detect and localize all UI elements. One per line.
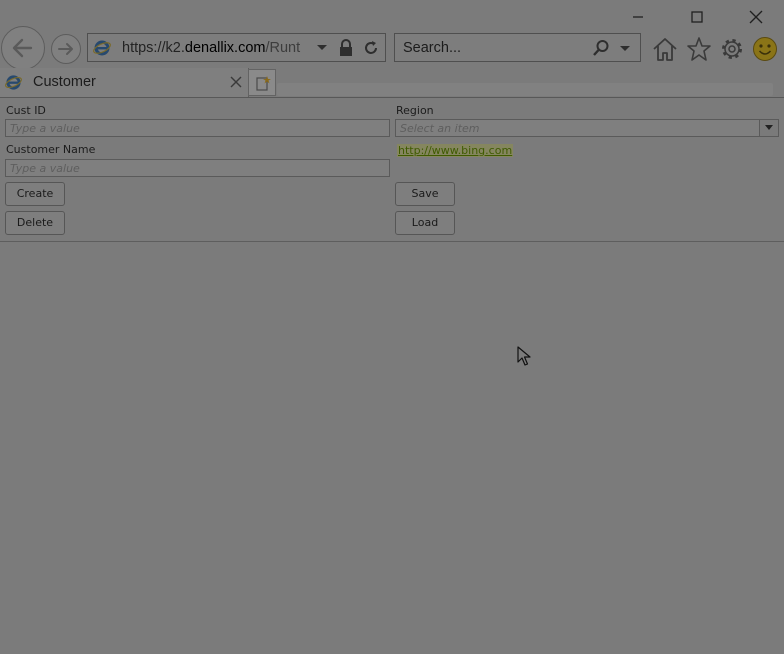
new-tab-icon <box>256 76 271 91</box>
toolbar-divider <box>0 97 784 98</box>
forward-arrow-icon <box>57 42 73 55</box>
tab-title: Customer <box>33 74 96 90</box>
minimize-icon[interactable] <box>627 6 649 28</box>
forward-button[interactable] <box>51 34 81 64</box>
smiley-feedback-icon[interactable] <box>751 35 779 63</box>
delete-button[interactable]: Delete <box>5 211 65 235</box>
close-icon[interactable] <box>745 6 767 28</box>
cust-id-label: Cust ID <box>6 104 46 117</box>
region-placeholder: Select an item <box>400 122 480 135</box>
address-url[interactable]: https://k2.denallix.com/Runt <box>122 40 310 56</box>
load-button[interactable]: Load <box>395 211 455 235</box>
tab-close-icon[interactable] <box>230 76 242 88</box>
search-icon[interactable] <box>592 39 610 57</box>
search-dropdown-icon[interactable] <box>619 45 631 53</box>
region-dropdown-button[interactable] <box>759 120 778 136</box>
tab-ie-icon <box>5 75 22 90</box>
favorites-star-icon[interactable] <box>685 35 713 63</box>
address-dropdown-icon[interactable] <box>316 44 328 52</box>
tab-customer[interactable]: Customer <box>0 68 249 97</box>
form-bottom-divider <box>0 241 784 242</box>
region-label: Region <box>396 104 434 117</box>
mouse-cursor-icon <box>517 346 531 366</box>
customer-name-input[interactable]: Type a value <box>5 159 390 177</box>
save-button[interactable]: Save <box>395 182 455 206</box>
address-bar[interactable]: https://k2.denallix.com/Runt <box>87 33 386 62</box>
new-tab-button[interactable] <box>248 69 276 96</box>
customer-name-label: Customer Name <box>6 143 96 156</box>
back-arrow-icon <box>12 38 32 57</box>
back-button[interactable] <box>1 26 45 70</box>
cust-id-placeholder: Type a value <box>10 122 80 135</box>
ie-logo-icon <box>93 40 111 56</box>
lock-icon[interactable] <box>338 39 354 57</box>
tab-strip-empty-area[interactable] <box>277 83 773 96</box>
gear-icon[interactable] <box>718 35 746 63</box>
address-prefix: https://k2. <box>122 40 185 56</box>
search-box[interactable]: Search... <box>394 33 641 62</box>
bing-link[interactable]: http://www.bing.com <box>397 144 514 157</box>
address-suffix: /Runt <box>265 40 301 56</box>
region-dropdown[interactable]: Select an item <box>395 119 779 137</box>
search-input[interactable]: Search... <box>403 40 461 56</box>
address-domain: denallix.com <box>184 40 266 56</box>
cust-id-input[interactable]: Type a value <box>5 119 390 137</box>
home-icon[interactable] <box>651 35 679 63</box>
refresh-icon[interactable] <box>362 39 380 57</box>
create-button[interactable]: Create <box>5 182 65 206</box>
chevron-down-icon <box>765 125 773 130</box>
maximize-icon[interactable] <box>686 6 708 28</box>
customer-name-placeholder: Type a value <box>10 162 80 175</box>
